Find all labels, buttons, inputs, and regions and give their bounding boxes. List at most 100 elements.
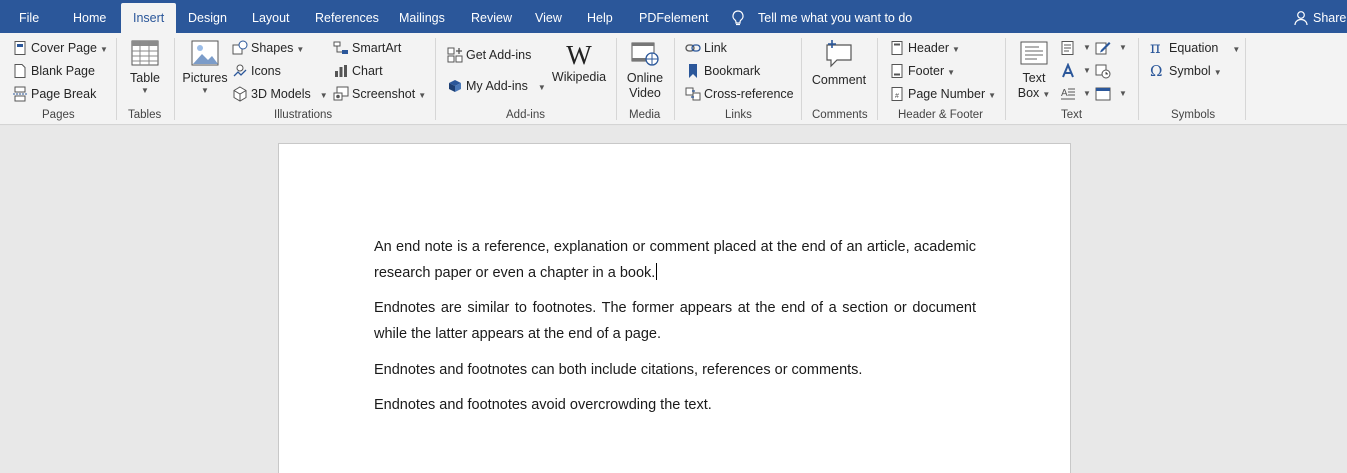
group-divider [801, 38, 802, 120]
addins-grid-icon [447, 47, 463, 63]
page-break-label: Page Break [31, 87, 97, 101]
group-divider [1245, 38, 1246, 120]
cover-page-icon [14, 41, 26, 55]
bookmark-label: Bookmark [704, 64, 761, 78]
blank-page-label: Blank Page [31, 64, 95, 78]
quick-parts-icon [1061, 41, 1074, 55]
text-cursor [656, 262, 658, 280]
comment-icon [826, 40, 852, 68]
document-paragraph[interactable]: Endnotes and footnotes can both include … [374, 358, 976, 384]
svg-text:A: A [1061, 88, 1068, 99]
signature-icon [1095, 42, 1111, 55]
my-addins-icon [449, 80, 461, 92]
svg-text:#: # [895, 93, 899, 100]
page-number-icon: # [891, 87, 903, 101]
wikipedia-button[interactable]: W Wikipedia [551, 41, 607, 85]
header-label: Header [908, 41, 949, 55]
tab-mailings[interactable]: Mailings [399, 0, 445, 33]
pi-icon: π [1150, 38, 1161, 57]
group-label-tables: Tables [128, 109, 162, 121]
group-label-pages: Pages [42, 109, 75, 121]
tab-pdfelement[interactable]: PDFelement [639, 0, 708, 33]
tab-references[interactable]: References [315, 0, 379, 33]
share-label: Share [1313, 11, 1347, 25]
insert-object-button[interactable]: ▼ [1095, 84, 1127, 104]
link-label: Link [704, 41, 727, 55]
tab-design[interactable]: Design [188, 0, 227, 33]
text-box-icon [1020, 41, 1048, 65]
online-video-button[interactable]: Online Video [622, 39, 668, 101]
tab-review[interactable]: Review [471, 0, 512, 33]
tab-help[interactable]: Help [587, 0, 613, 33]
smartart-label: SmartArt [352, 41, 402, 55]
blank-page-icon [14, 64, 26, 78]
online-video-icon [631, 42, 659, 66]
my-addins-label: My Add-ins [466, 79, 528, 93]
table-button[interactable]: Table ▼ [126, 39, 164, 96]
group-divider [116, 38, 117, 120]
screenshot-icon [333, 86, 349, 101]
page-break-icon [13, 86, 27, 102]
cube-icon [233, 86, 247, 102]
date-time-button[interactable] [1095, 61, 1115, 81]
wikipedia-label: Wikipedia [551, 70, 607, 84]
text-box-label-2: Box ▼ [1017, 86, 1051, 100]
group-label-comments: Comments [812, 109, 868, 121]
group-divider [877, 38, 878, 120]
header-icon [891, 41, 903, 55]
group-label-media: Media [629, 109, 661, 121]
document-paragraph[interactable]: Endnotes and footnotes avoid overcrowdin… [374, 393, 976, 419]
omega-icon: Ω [1150, 62, 1163, 80]
drop-cap-button[interactable]: A ▼ [1060, 84, 1091, 104]
pictures-icon [191, 40, 219, 66]
group-label-addins: Add-ins [506, 109, 545, 121]
bookmark-icon [689, 64, 697, 78]
tab-layout[interactable]: Layout [252, 0, 290, 33]
symbol-label: Symbol [1169, 64, 1211, 78]
group-divider [616, 38, 617, 120]
tab-home[interactable]: Home [73, 0, 106, 33]
pictures-button[interactable]: Pictures ▼ [182, 39, 228, 96]
wordart-button[interactable]: ▼ [1060, 61, 1091, 81]
chart-label: Chart [352, 64, 383, 78]
get-addins-label: Get Add-ins [466, 48, 532, 62]
ribbon-tab-bar: File Home Insert Design Layout Reference… [0, 0, 1347, 33]
cover-page-label: Cover Page [31, 41, 98, 55]
cross-reference-label: Cross-reference [704, 87, 794, 101]
group-divider [174, 38, 175, 120]
link-icon [685, 44, 701, 52]
group-label-header-footer: Header & Footer [898, 109, 984, 121]
footer-label: Footer [908, 64, 945, 78]
online-video-label-2: Video [629, 86, 661, 100]
tab-insert[interactable]: Insert [121, 3, 177, 33]
group-label-symbols: Symbols [1171, 109, 1216, 121]
pictures-label: Pictures [182, 71, 228, 85]
comment-button[interactable]: Comment [808, 39, 870, 88]
tab-file[interactable]: File [19, 0, 39, 33]
signature-line-button[interactable]: ▼ [1095, 38, 1127, 58]
screenshot-label: Screenshot [352, 87, 416, 101]
cross-reference-icon [685, 87, 701, 101]
object-icon [1095, 87, 1111, 101]
smartart-icon [333, 41, 348, 54]
table-icon [131, 40, 159, 66]
group-divider [1138, 38, 1139, 120]
group-divider [1005, 38, 1006, 120]
icons-label: Icons [251, 64, 281, 78]
drop-cap-icon: A [1061, 88, 1075, 100]
group-divider [674, 38, 675, 120]
online-video-label-1: Online [626, 71, 664, 85]
document-paragraph[interactable]: An end note is a reference, explanation … [374, 235, 976, 286]
3d-models-label: 3D Models [251, 87, 311, 101]
quick-parts-button[interactable]: ▼ [1060, 38, 1091, 58]
document-paragraph[interactable]: Endnotes are similar to footnotes. The f… [374, 296, 976, 347]
chart-icon [335, 65, 347, 77]
group-label-text: Text [1061, 109, 1083, 121]
page-number-label: Page Number [908, 87, 986, 101]
text-box-button[interactable]: Text Box ▼ [1014, 39, 1054, 102]
equation-label: Equation [1169, 41, 1219, 55]
text-box-label-1: Text [1022, 71, 1046, 85]
tab-view[interactable]: View [535, 0, 562, 33]
group-label-illustrations: Illustrations [274, 109, 333, 121]
group-label-links: Links [725, 109, 752, 121]
